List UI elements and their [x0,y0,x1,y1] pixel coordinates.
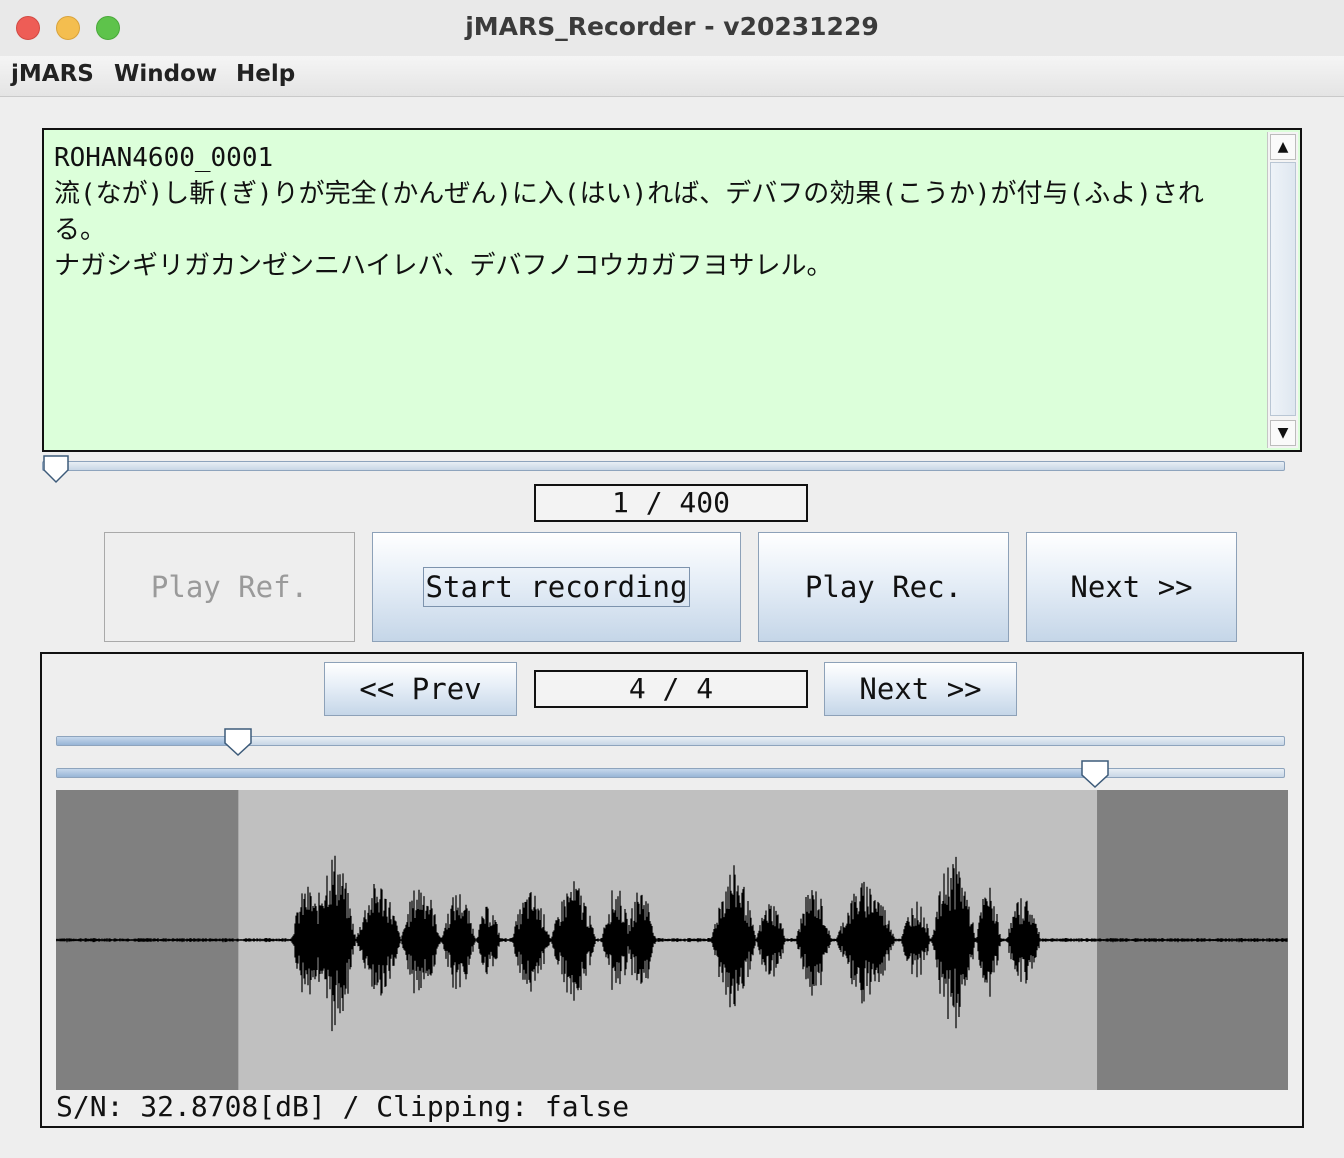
play-rec-button[interactable]: Play Rec. [758,532,1009,642]
waveform-display[interactable] [55,790,1288,1090]
next-sentence-button[interactable]: Next >> [1026,532,1237,642]
menu-help[interactable]: Help [236,61,295,87]
utterance-katakana-text: ナガシギリガカンゼンニハイレバ、デバフノコウカガフヨサレル。 [54,251,833,281]
next-take-label: Next >> [859,672,982,706]
waveform-canvas [55,790,1288,1090]
next-sentence-label: Next >> [1070,570,1193,604]
menu-bar: jMARS Window Help [0,56,1344,97]
sentence-slider-track[interactable] [42,461,1285,471]
prev-take-label: << Prev [359,672,482,706]
play-ref-label: Play Ref. [150,570,309,604]
play-rec-label: Play Rec. [804,570,963,604]
utterance-kanji-text: 流(なが)し斬(ぎ)りが完全(かんぜん)に入(はい)れば、デバフの効果(こうか)… [54,179,1204,245]
menu-window[interactable]: Window [114,61,217,87]
scrollbar-thumb[interactable] [1270,162,1296,416]
scroll-down-icon[interactable]: ▼ [1270,420,1296,446]
title-bar: jMARS_Recorder - v20231229 [0,0,1344,57]
trim-end-slider-thumb[interactable] [1080,759,1110,789]
utterance-id: ROHAN4600_0001 [54,143,274,173]
status-text: S/N: 32.8708[dB] / Clipping: false [56,1090,630,1123]
sentence-counter: 1 / 400 [534,484,808,522]
script-text: ROHAN4600_0001 流(なが)し斬(ぎ)りが完全(かんぜん)に入(はい… [54,140,1254,284]
vertical-scrollbar[interactable]: ▲ ▼ [1267,132,1298,448]
start-recording-label: Start recording [422,567,691,607]
menu-jmars[interactable]: jMARS [11,61,94,87]
trim-start-slider-thumb[interactable] [223,727,253,757]
script-text-area[interactable]: ROHAN4600_0001 流(なが)し斬(ぎ)りが完全(かんぜん)に入(はい… [42,128,1302,452]
next-take-button[interactable]: Next >> [824,662,1017,716]
trim-end-slider-fill [57,769,1094,777]
window-title: jMARS_Recorder - v20231229 [465,12,879,41]
trim-start-slider-fill [57,737,239,745]
sentence-slider-thumb[interactable] [42,454,72,484]
start-recording-button[interactable]: Start recording [372,532,741,642]
take-counter: 4 / 4 [534,670,808,708]
play-ref-button[interactable]: Play Ref. [104,532,355,642]
scroll-up-icon[interactable]: ▲ [1270,134,1296,160]
prev-take-button[interactable]: << Prev [324,662,517,716]
